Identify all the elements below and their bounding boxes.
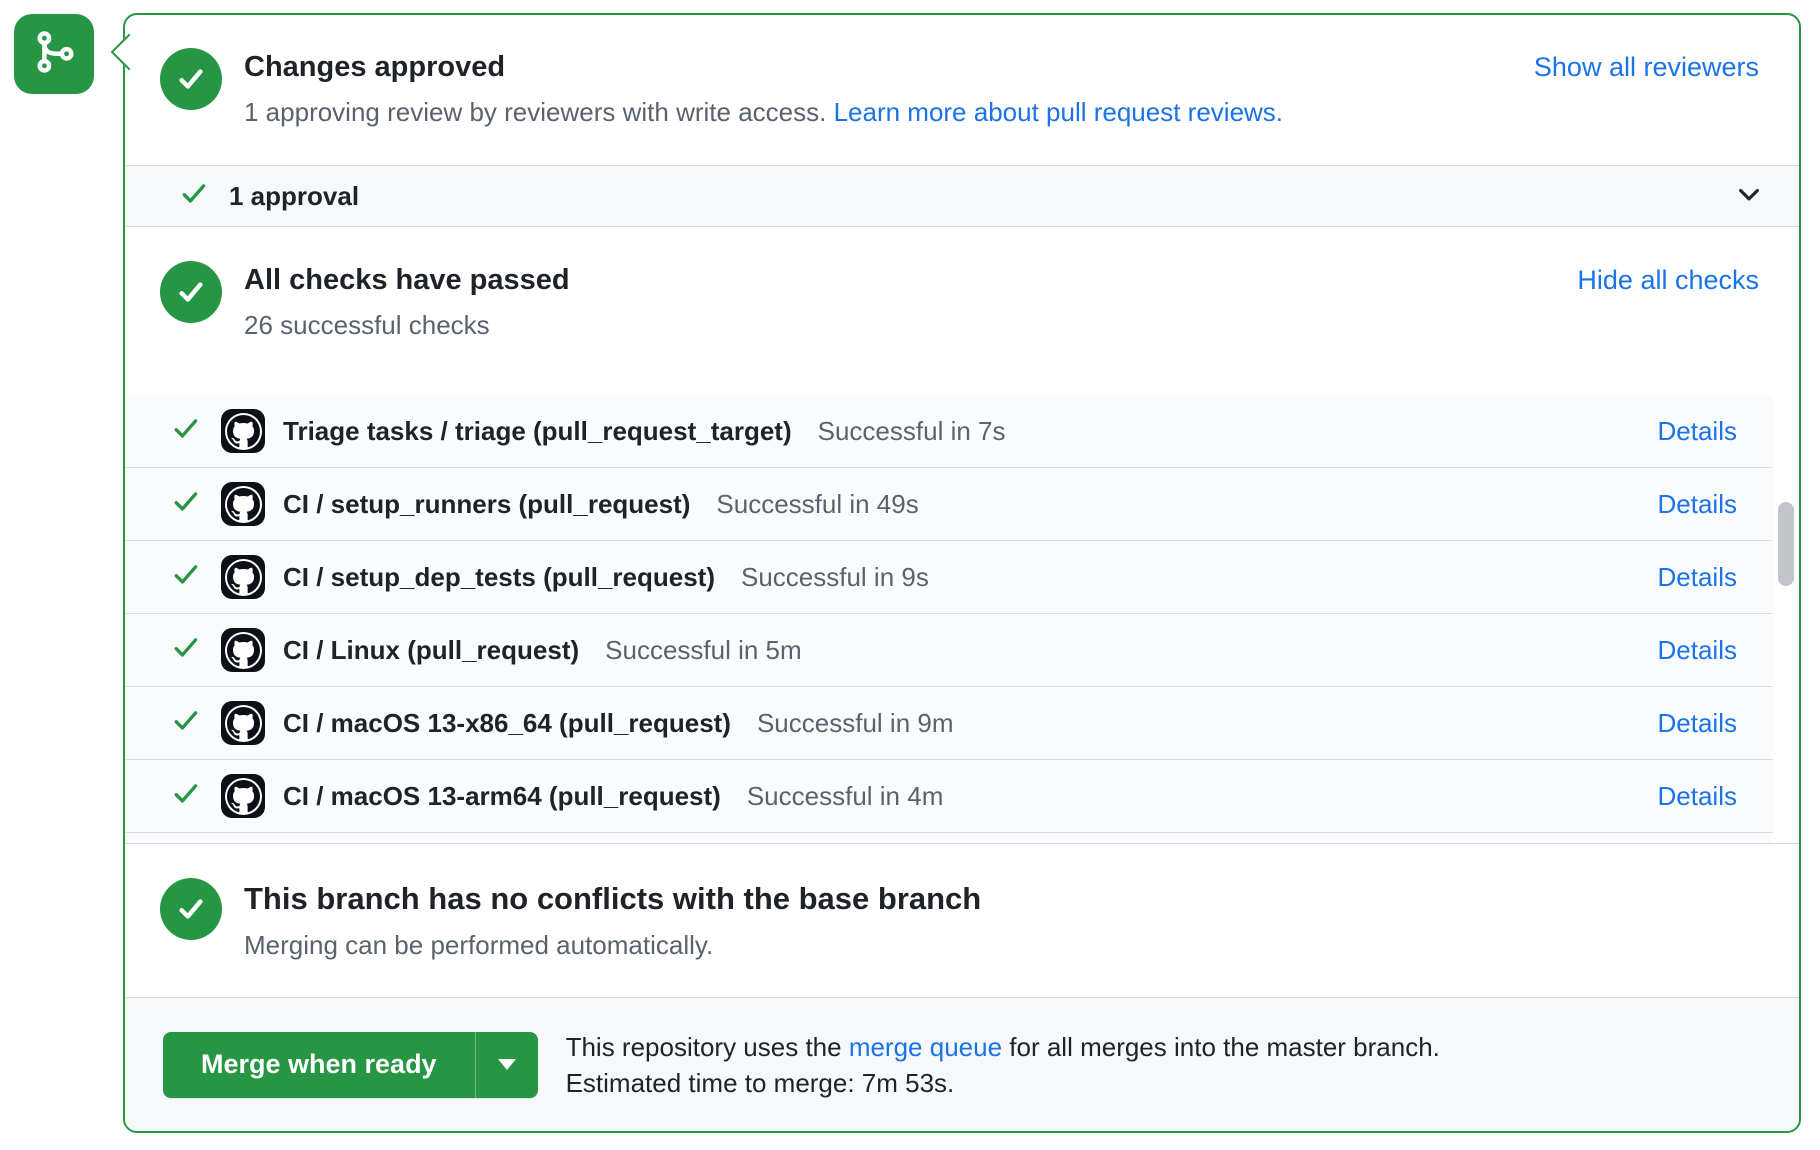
check-name: CI / setup_dep_tests (pull_request) xyxy=(283,562,715,593)
section-no-conflicts: This branch has no conflicts with the ba… xyxy=(125,843,1799,997)
check-status: Successful in 9m xyxy=(757,708,954,739)
approved-check-circle-icon xyxy=(160,48,222,110)
estimated-time-line: Estimated time to merge: 7m 53s. xyxy=(566,1065,1440,1101)
github-actions-avatar xyxy=(221,555,265,599)
note-text-before: This repository uses the xyxy=(566,1032,849,1062)
merge-queue-line1: This repository uses the merge queue for… xyxy=(566,1029,1440,1065)
merge-queue-note: This repository uses the merge queue for… xyxy=(566,1029,1440,1101)
checks-subtitle: 26 successful checks xyxy=(244,309,570,343)
checks-title: All checks have passed xyxy=(244,264,570,297)
check-row: CI / Linux (pull_request) Successful in 5… xyxy=(125,614,1773,687)
check-row: CI / macOS 13-arm64 (pull_request) Succes… xyxy=(125,760,1773,833)
check-details-link[interactable]: Details xyxy=(1658,416,1737,447)
hide-all-checks-link[interactable]: Hide all checks xyxy=(1577,261,1759,296)
check-details-link[interactable]: Details xyxy=(1658,489,1737,520)
check-status: Successful in 49s xyxy=(716,489,918,520)
check-details-link[interactable]: Details xyxy=(1658,562,1737,593)
check-name: CI / setup_runners (pull_request) xyxy=(283,489,690,520)
check-success-icon xyxy=(171,487,201,522)
github-actions-avatar xyxy=(221,774,265,818)
check-status: Successful in 9s xyxy=(741,562,929,593)
github-actions-avatar xyxy=(221,409,265,453)
git-merge-badge xyxy=(14,14,94,94)
github-actions-avatar xyxy=(221,628,265,672)
conflicts-title: This branch has no conflicts with the ba… xyxy=(244,881,981,917)
check-success-icon xyxy=(171,633,201,668)
octocat-icon xyxy=(225,632,262,669)
octocat-icon xyxy=(225,413,262,450)
check-success-icon xyxy=(171,779,201,814)
check-success-icon xyxy=(171,706,201,741)
approval-summary-row[interactable]: 1 approval xyxy=(125,165,1799,227)
merge-status-box: Changes approved 1 approving review by r… xyxy=(123,13,1801,1133)
section-checks-summary: All checks have passed 26 successful che… xyxy=(125,227,1799,395)
check-status: Successful in 5m xyxy=(605,635,802,666)
check-success-icon xyxy=(171,414,201,449)
merge-when-ready-button[interactable]: Merge when ready xyxy=(163,1032,538,1098)
check-row: Triage tasks / triage (pull_request_targ… xyxy=(125,395,1773,468)
check-row: CI / setup_dep_tests (pull_request) Succe… xyxy=(125,541,1773,614)
octocat-icon xyxy=(225,486,262,523)
check-details-link[interactable]: Details xyxy=(1658,781,1737,812)
merge-button-label[interactable]: Merge when ready xyxy=(163,1032,475,1098)
review-subtitle: 1 approving review by reviewers with wri… xyxy=(244,96,1283,130)
no-conflicts-circle-icon xyxy=(160,878,222,940)
check-name: CI / macOS 13-x86_64 (pull_request) xyxy=(283,708,731,739)
check-row xyxy=(125,833,1773,843)
github-actions-avatar xyxy=(221,701,265,745)
check-details-link[interactable]: Details xyxy=(1658,708,1737,739)
approval-count-label: 1 approval xyxy=(229,181,359,212)
caret-down-icon xyxy=(498,1059,516,1070)
merge-footer: Merge when ready This repository uses th… xyxy=(125,997,1799,1131)
check-name: CI / Linux (pull_request) xyxy=(283,635,579,666)
check-status: Successful in 4m xyxy=(747,781,944,812)
merge-queue-link[interactable]: merge queue xyxy=(849,1032,1002,1062)
check-name: CI / macOS 13-arm64 (pull_request) xyxy=(283,781,721,812)
octocat-icon xyxy=(225,559,262,596)
checks-passed-circle-icon xyxy=(160,261,222,323)
git-merge-icon xyxy=(30,28,78,81)
checks-scrollbar-thumb[interactable] xyxy=(1778,502,1794,586)
review-subtitle-text: 1 approving review by reviewers with wri… xyxy=(244,97,834,127)
github-actions-avatar xyxy=(221,482,265,526)
check-row: CI / setup_runners (pull_request) Success… xyxy=(125,468,1773,541)
check-name: Triage tasks / triage (pull_request_targ… xyxy=(283,416,792,447)
check-status: Successful in 7s xyxy=(818,416,1006,447)
check-row: CI / macOS 13-x86_64 (pull_request) Succe… xyxy=(125,687,1773,760)
show-all-reviewers-link[interactable]: Show all reviewers xyxy=(1534,48,1759,83)
section-changes-approved: Changes approved 1 approving review by r… xyxy=(125,15,1799,165)
check-details-link[interactable]: Details xyxy=(1658,635,1737,666)
check-success-icon xyxy=(171,560,201,595)
merge-options-dropdown[interactable] xyxy=(475,1032,538,1098)
approval-check-icon xyxy=(179,179,209,214)
octocat-icon xyxy=(225,778,262,815)
review-title: Changes approved xyxy=(244,51,1283,84)
octocat-icon xyxy=(225,705,262,742)
conflicts-subtitle: Merging can be performed automatically. xyxy=(244,929,981,963)
chevron-down-icon[interactable] xyxy=(1735,180,1763,213)
learn-more-link[interactable]: Learn more about pull request reviews. xyxy=(834,97,1283,127)
checks-list: Triage tasks / triage (pull_request_targ… xyxy=(125,395,1799,843)
note-text-after: for all merges into the master branch. xyxy=(1002,1032,1440,1062)
